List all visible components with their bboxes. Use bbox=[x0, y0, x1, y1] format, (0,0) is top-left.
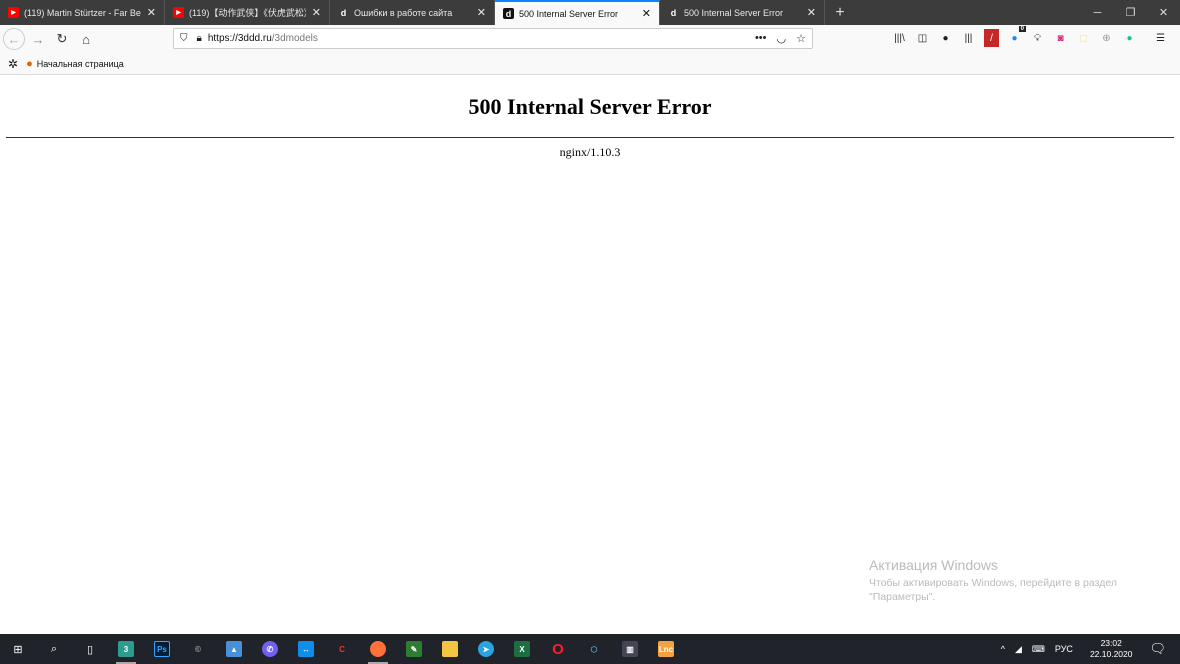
cube-app-icon[interactable]: ⬡ bbox=[576, 634, 612, 664]
bookmark-home[interactable]: Начальная страница bbox=[37, 59, 124, 69]
app-orange-icon[interactable]: Lnc bbox=[648, 634, 684, 664]
taskbar: ⊞ ⌕ ▯ 3 Ps © ▲ ✆ ↔ C ✎ ➤ X O ⬡ ▥ Lnc ^ ◢… bbox=[0, 634, 1180, 664]
globe-icon[interactable]: ⊕ bbox=[1099, 29, 1114, 47]
keyboard-icon[interactable]: ⌨ bbox=[1032, 644, 1045, 655]
notes-icon[interactable]: ✎ bbox=[396, 634, 432, 664]
clock[interactable]: 23:02 22.10.2020 bbox=[1090, 638, 1133, 660]
start-button[interactable]: ⊞ bbox=[0, 634, 36, 664]
close-tab-icon[interactable]: ✕ bbox=[642, 7, 651, 20]
bookmarks-toolbar: ✲ ● Начальная страница bbox=[0, 53, 1180, 75]
extension-icon[interactable]: ● bbox=[938, 29, 953, 47]
divider bbox=[6, 137, 1174, 138]
url-host: https://3ddd.ru bbox=[207, 33, 272, 44]
clock-date: 22.10.2020 bbox=[1089, 649, 1133, 659]
tab-site-errors[interactable]: d Ошибки в работе сайта ✕ bbox=[330, 0, 495, 25]
close-tab-icon[interactable]: ✕ bbox=[147, 6, 156, 19]
3ddd-icon: d bbox=[670, 7, 677, 18]
watermark-line1: Чтобы активировать Windows, перейдите в … bbox=[869, 577, 1117, 589]
ccleaner-icon[interactable]: C bbox=[324, 634, 360, 664]
tab-500-error[interactable]: d 500 Internal Server Error ✕ bbox=[660, 0, 825, 25]
menu-icon[interactable]: ☰ bbox=[1153, 29, 1168, 47]
forward-button[interactable]: → bbox=[27, 28, 49, 50]
viber-icon[interactable]: ✆ bbox=[252, 634, 288, 664]
tab-youtube-2[interactable]: ▶ (119)【动作武侠】《伏虎武松》 ✕ bbox=[165, 0, 330, 25]
bookmark-star-icon[interactable]: ☆ bbox=[796, 32, 806, 45]
tab-title: 500 Internal Server Error bbox=[684, 7, 784, 18]
3ddd-icon: d bbox=[340, 7, 347, 18]
tab-bar: ▶ (119) Martin Stürtzer - Far Beyond ✕ ▶ (1… bbox=[0, 0, 1180, 25]
server-version: nginx/1.10.3 bbox=[559, 145, 621, 159]
shield-icon[interactable]: ⛉ bbox=[180, 33, 188, 44]
error-heading: 500 Internal Server Error bbox=[468, 94, 712, 119]
close-tab-icon[interactable]: ✕ bbox=[312, 6, 321, 19]
corona-icon[interactable]: © bbox=[180, 634, 216, 664]
network-icon[interactable]: ◢ bbox=[1015, 644, 1022, 655]
opera-icon[interactable]: O bbox=[540, 634, 576, 664]
youtube-icon: ▶ bbox=[173, 7, 184, 18]
notifications-icon[interactable]: 🗨︎ bbox=[1149, 641, 1166, 657]
watermark-line2: "Параметры". bbox=[869, 591, 936, 603]
tray-chevron-icon[interactable]: ^ bbox=[1001, 644, 1005, 654]
extension-yellow-icon[interactable]: ◻ bbox=[1076, 29, 1091, 47]
sidebar-icon[interactable]: ◫ bbox=[915, 29, 930, 47]
close-tab-icon[interactable]: ✕ bbox=[807, 6, 816, 19]
close-window-button[interactable]: ✕ bbox=[1147, 0, 1180, 25]
gear-icon[interactable]: ✲ bbox=[8, 57, 18, 71]
navigation-toolbar: ← → ↻ ⌂ ⛉ 🔒︎ https://3ddd.ru/3dmodels ••… bbox=[0, 25, 1180, 53]
teamviewer-icon[interactable]: ↔ bbox=[288, 634, 324, 664]
extension-ghost-icon[interactable]: ● 0 bbox=[1007, 26, 1026, 47]
photoshop-icon[interactable]: Ps bbox=[144, 634, 180, 664]
tab-title: (119)【动作武侠】《伏虎武松》 bbox=[189, 8, 306, 18]
tab-title: Ошибки в работе сайта bbox=[354, 7, 453, 18]
excel-icon[interactable]: X bbox=[504, 634, 540, 664]
reload-button[interactable]: ↻ bbox=[51, 28, 73, 50]
page-actions-icon[interactable]: ••• bbox=[755, 32, 767, 45]
grammarly-icon[interactable]: ● bbox=[1122, 29, 1137, 47]
library-icon[interactable]: |||\ bbox=[892, 29, 907, 47]
restore-button[interactable]: ❐ bbox=[1114, 0, 1147, 25]
lightbulb-icon[interactable]: 💡︎ bbox=[1030, 29, 1045, 47]
windows-activation-watermark: Активация Windows Чтобы активировать Win… bbox=[869, 557, 1117, 604]
firefox-icon[interactable] bbox=[360, 634, 396, 664]
3ddd-icon: d bbox=[503, 8, 514, 19]
watermark-title: Активация Windows bbox=[869, 557, 999, 573]
tab-title: 500 Internal Server Error bbox=[519, 8, 619, 19]
file-explorer-icon[interactable] bbox=[432, 634, 468, 664]
close-tab-icon[interactable]: ✕ bbox=[477, 6, 486, 19]
page-content: 500 Internal Server Error nginx/1.10.3 А… bbox=[0, 75, 1180, 634]
tab-title: (119) Martin Stürtzer - Far Beyond bbox=[24, 7, 141, 18]
tab-500-error-active[interactable]: d 500 Internal Server Error ✕ bbox=[495, 0, 660, 25]
lock-icon[interactable]: 🔒︎ bbox=[197, 33, 202, 44]
back-button[interactable]: ← bbox=[3, 28, 25, 50]
app-icon[interactable]: ▲ bbox=[216, 634, 252, 664]
tab-youtube-1[interactable]: ▶ (119) Martin Stürtzer - Far Beyond ✕ bbox=[0, 0, 165, 25]
new-tab-button[interactable]: + bbox=[825, 0, 855, 25]
task-view-icon[interactable]: ▯ bbox=[72, 634, 108, 664]
extension-red-icon[interactable]: / bbox=[984, 29, 999, 47]
telegram-icon[interactable]: ➤ bbox=[468, 634, 504, 664]
app-dark-icon[interactable]: ▥ bbox=[612, 634, 648, 664]
search-icon[interactable]: ⌕ bbox=[36, 634, 72, 664]
url-bar[interactable]: ⛉ 🔒︎ https://3ddd.ru/3dmodels ••• ◡ ☆ bbox=[173, 28, 813, 49]
instagram-icon[interactable]: ◙ bbox=[1053, 29, 1068, 47]
youtube-icon: ▶ bbox=[8, 7, 19, 18]
firefox-icon: ● bbox=[26, 57, 33, 70]
clock-time: 23:02 bbox=[1100, 638, 1122, 648]
extension-badge: 0 bbox=[1018, 26, 1026, 32]
minimize-button[interactable]: ─ bbox=[1081, 0, 1114, 25]
language-indicator[interactable]: РУС bbox=[1055, 644, 1073, 654]
extension-grid-icon[interactable]: ||| bbox=[961, 29, 976, 47]
home-button[interactable]: ⌂ bbox=[75, 28, 97, 50]
pocket-icon[interactable]: ◡ bbox=[777, 32, 787, 45]
url-path: /3dmodels bbox=[271, 33, 318, 44]
3ds-max-icon[interactable]: 3 bbox=[108, 634, 144, 664]
